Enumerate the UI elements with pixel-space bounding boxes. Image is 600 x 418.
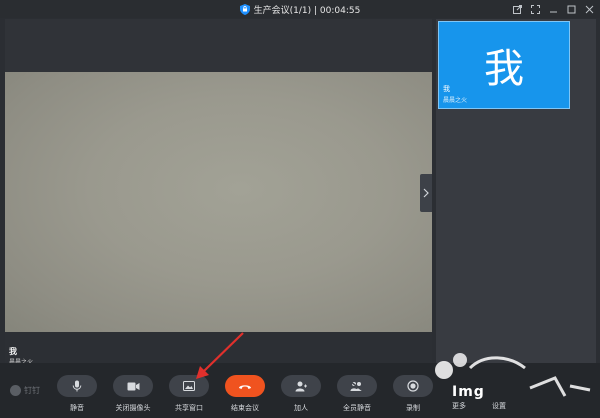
watermark-logo — [435, 353, 591, 397]
add-person-label: 加人 — [294, 404, 308, 412]
dingtalk-icon — [10, 385, 21, 396]
share-out-icon[interactable] — [510, 2, 524, 16]
share-window-label: 共享窗口 — [175, 404, 203, 412]
video-top-band — [5, 19, 432, 72]
close-icon[interactable] — [582, 2, 596, 16]
title-bar: 生产会议(1/1) | 00:04:55 — [0, 0, 600, 18]
chevron-right-icon — [423, 188, 429, 198]
mute-label: 静音 — [70, 404, 84, 412]
mute-button[interactable] — [57, 375, 97, 397]
dingtalk-logo: 钉钉 — [10, 385, 40, 396]
camera-off-button[interactable] — [113, 375, 153, 397]
add-person-icon — [295, 381, 307, 391]
add-person-button[interactable] — [281, 375, 321, 397]
logo-text: 钉钉 — [24, 386, 40, 395]
main-video-area: 我 晨晨之火 — [5, 19, 432, 366]
avatar: 我 — [484, 46, 524, 92]
camera-off-label: 关闭摄像头 — [115, 404, 151, 412]
share-window-button[interactable] — [169, 375, 209, 397]
video-bottom-band — [5, 332, 432, 363]
watermark-text: Img — [452, 384, 485, 400]
mute-all-button[interactable] — [337, 375, 377, 397]
screen-share-icon — [183, 381, 195, 391]
hang-up-icon — [239, 384, 251, 389]
minimize-icon[interactable] — [546, 2, 560, 16]
record-icon — [407, 380, 419, 392]
meeting-title: 生产会议(1/1) | 00:04:55 — [253, 5, 361, 16]
participant-name: 我 — [9, 347, 17, 356]
camera-icon — [127, 382, 139, 390]
participant-tile[interactable]: 我 我 晨晨之火 — [438, 21, 570, 109]
record-button[interactable] — [393, 375, 433, 397]
fullscreen-icon[interactable] — [528, 2, 542, 16]
maximize-icon[interactable] — [564, 2, 578, 16]
shield-icon — [239, 3, 250, 15]
camera-feed[interactable] — [5, 72, 432, 332]
participant-panel: 我 我 晨晨之火 — [436, 19, 596, 363]
expand-panel-button[interactable] — [420, 174, 432, 212]
microphone-icon — [72, 380, 82, 392]
mute-all-icon — [350, 380, 364, 392]
tile-name: 我 — [443, 85, 450, 93]
end-meeting-label: 结束会议 — [231, 404, 259, 412]
tile-subtitle: 晨晨之火 — [443, 97, 468, 104]
end-meeting-button[interactable] — [225, 375, 265, 397]
mute-all-label: 全员静音 — [343, 404, 371, 412]
